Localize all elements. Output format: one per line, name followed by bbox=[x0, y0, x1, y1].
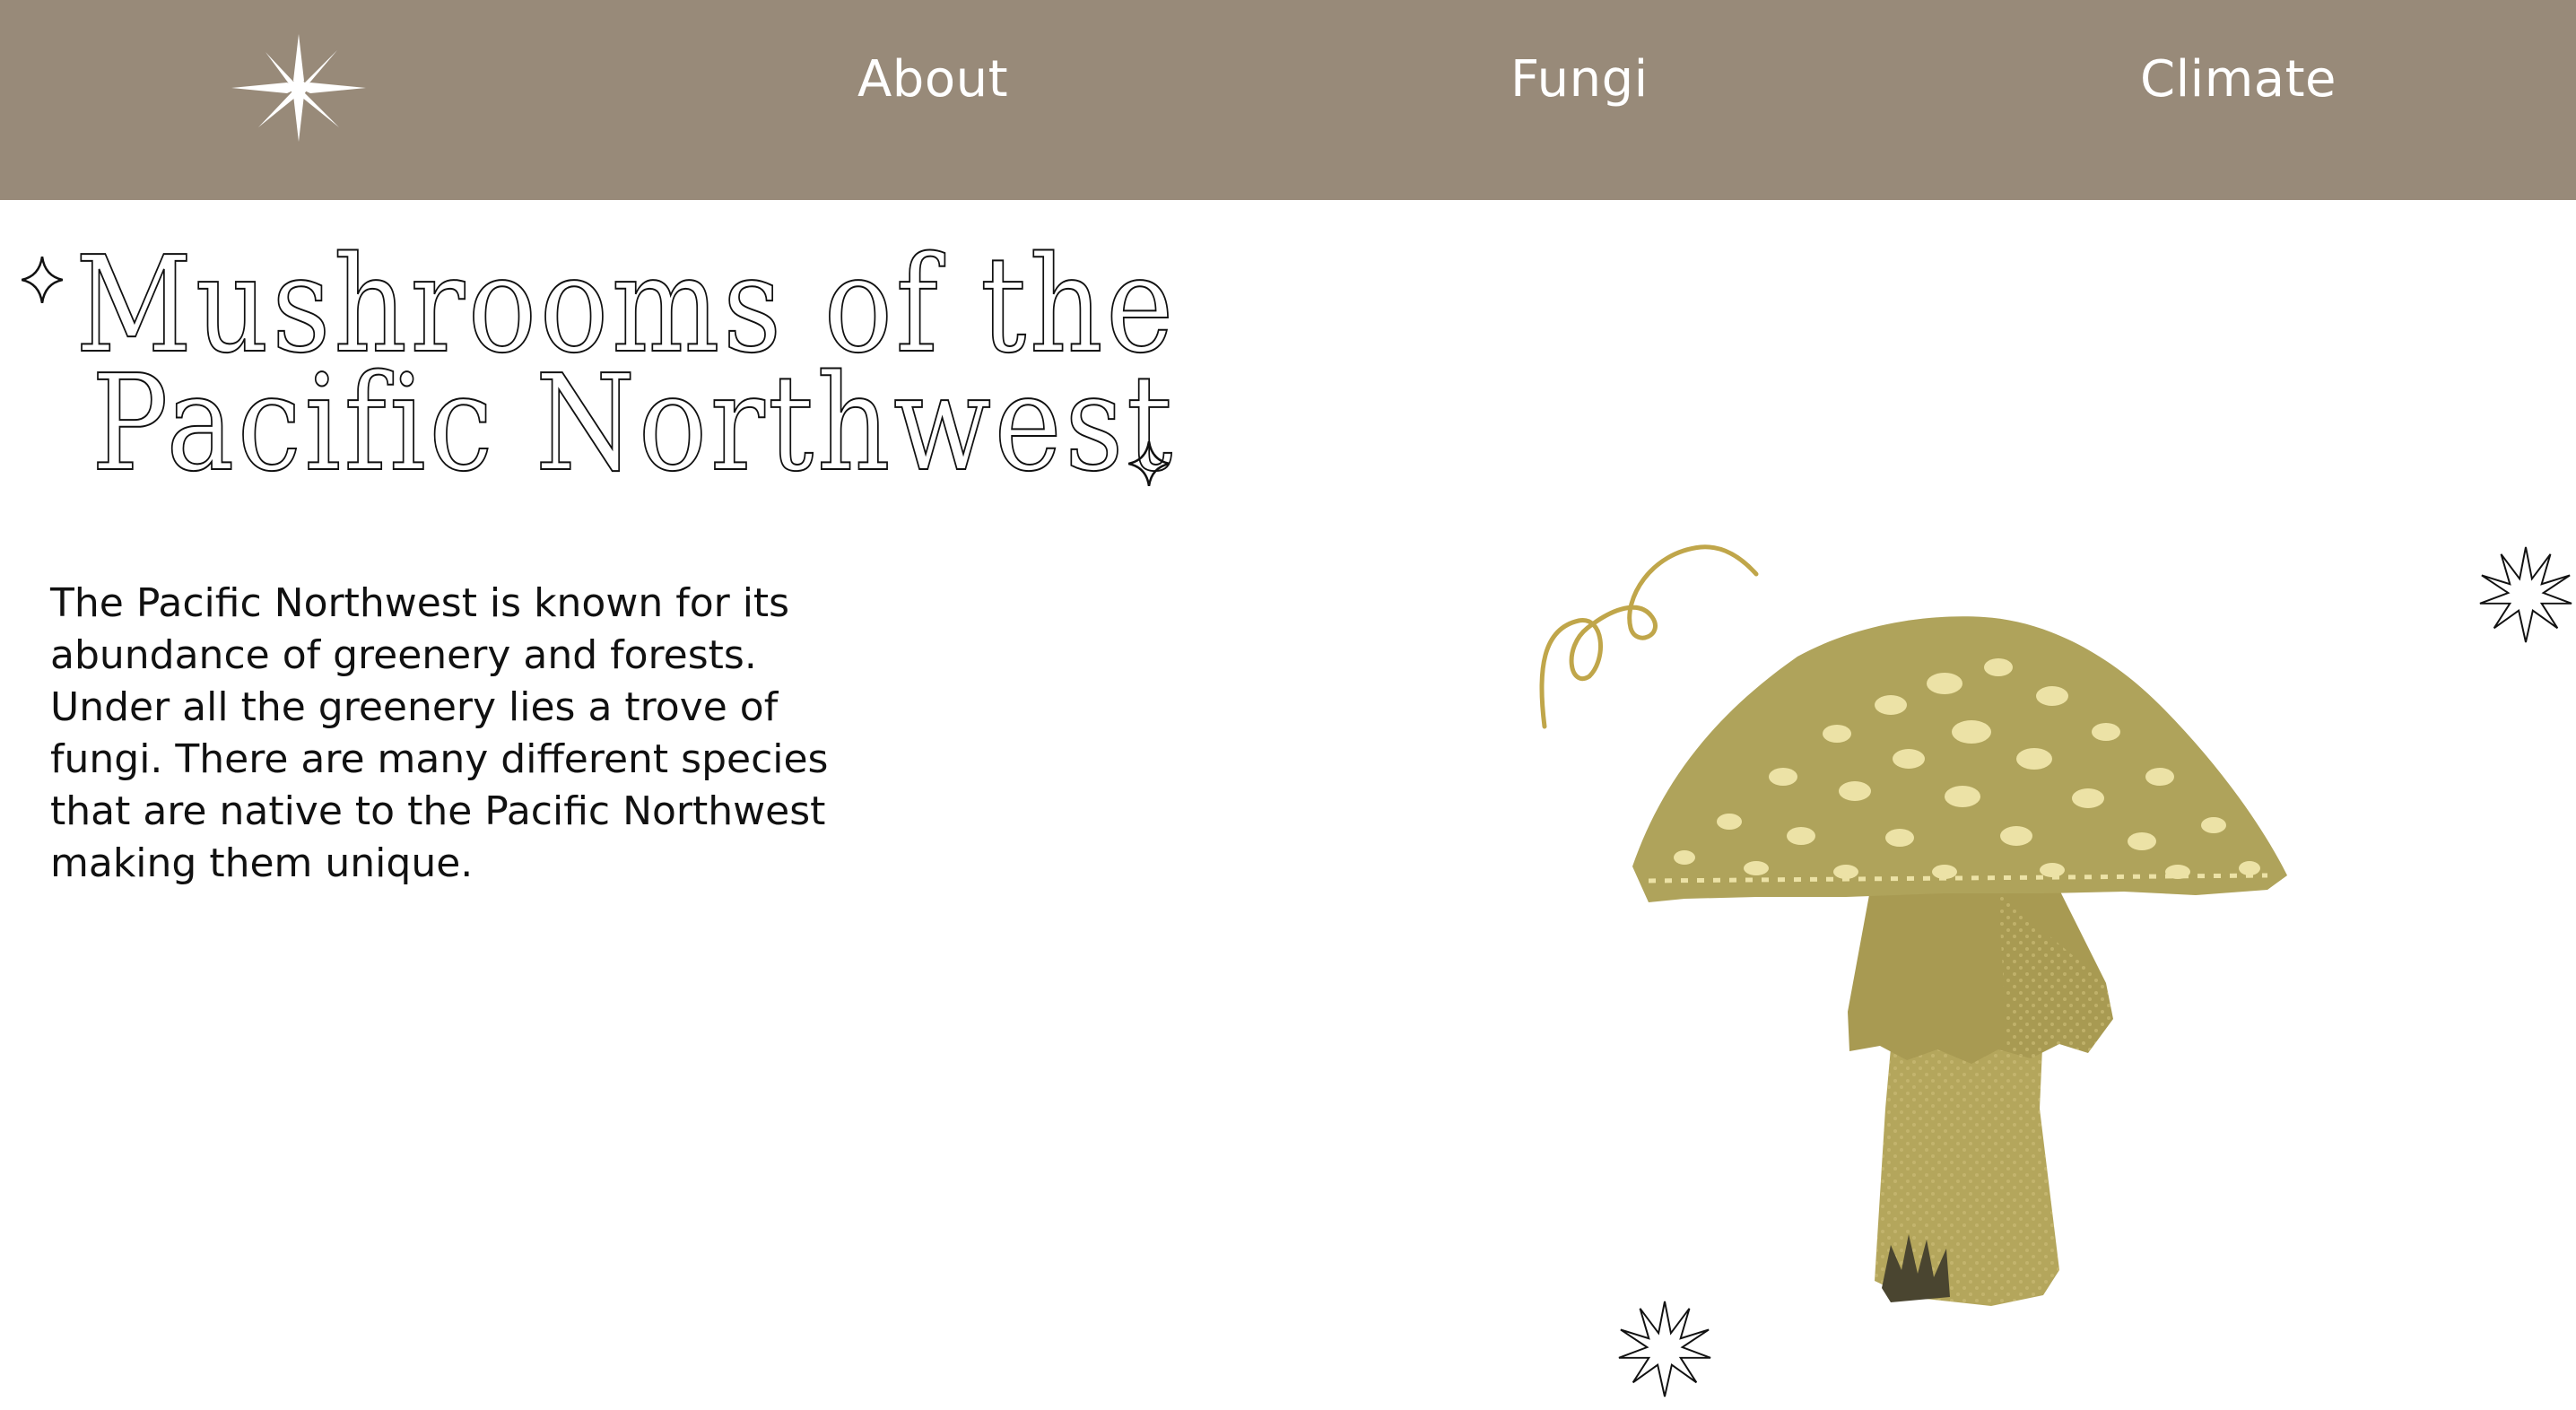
intro-paragraph: The Pacific Northwest is known for its a… bbox=[50, 580, 829, 886]
four-point-star-icon bbox=[22, 257, 63, 303]
page-title: Mushrooms of the Pacific Northwest bbox=[0, 226, 1184, 495]
nav-link-climate[interactable]: Climate bbox=[2140, 50, 2337, 109]
nav-link-fungi[interactable]: Fungi bbox=[1510, 50, 1649, 109]
four-point-star-icon bbox=[1128, 441, 1170, 486]
nav-link-about[interactable]: About bbox=[857, 50, 1008, 109]
top-nav: About Fungi Climate bbox=[0, 0, 2576, 200]
page-title-line-2: Pacific Northwest bbox=[91, 346, 1176, 500]
sparkle-star-icon[interactable] bbox=[231, 34, 366, 142]
starburst-icon bbox=[2479, 546, 2572, 643]
mushroom-illustration bbox=[1632, 616, 2287, 1306]
starburst-icon bbox=[1618, 1301, 1711, 1397]
